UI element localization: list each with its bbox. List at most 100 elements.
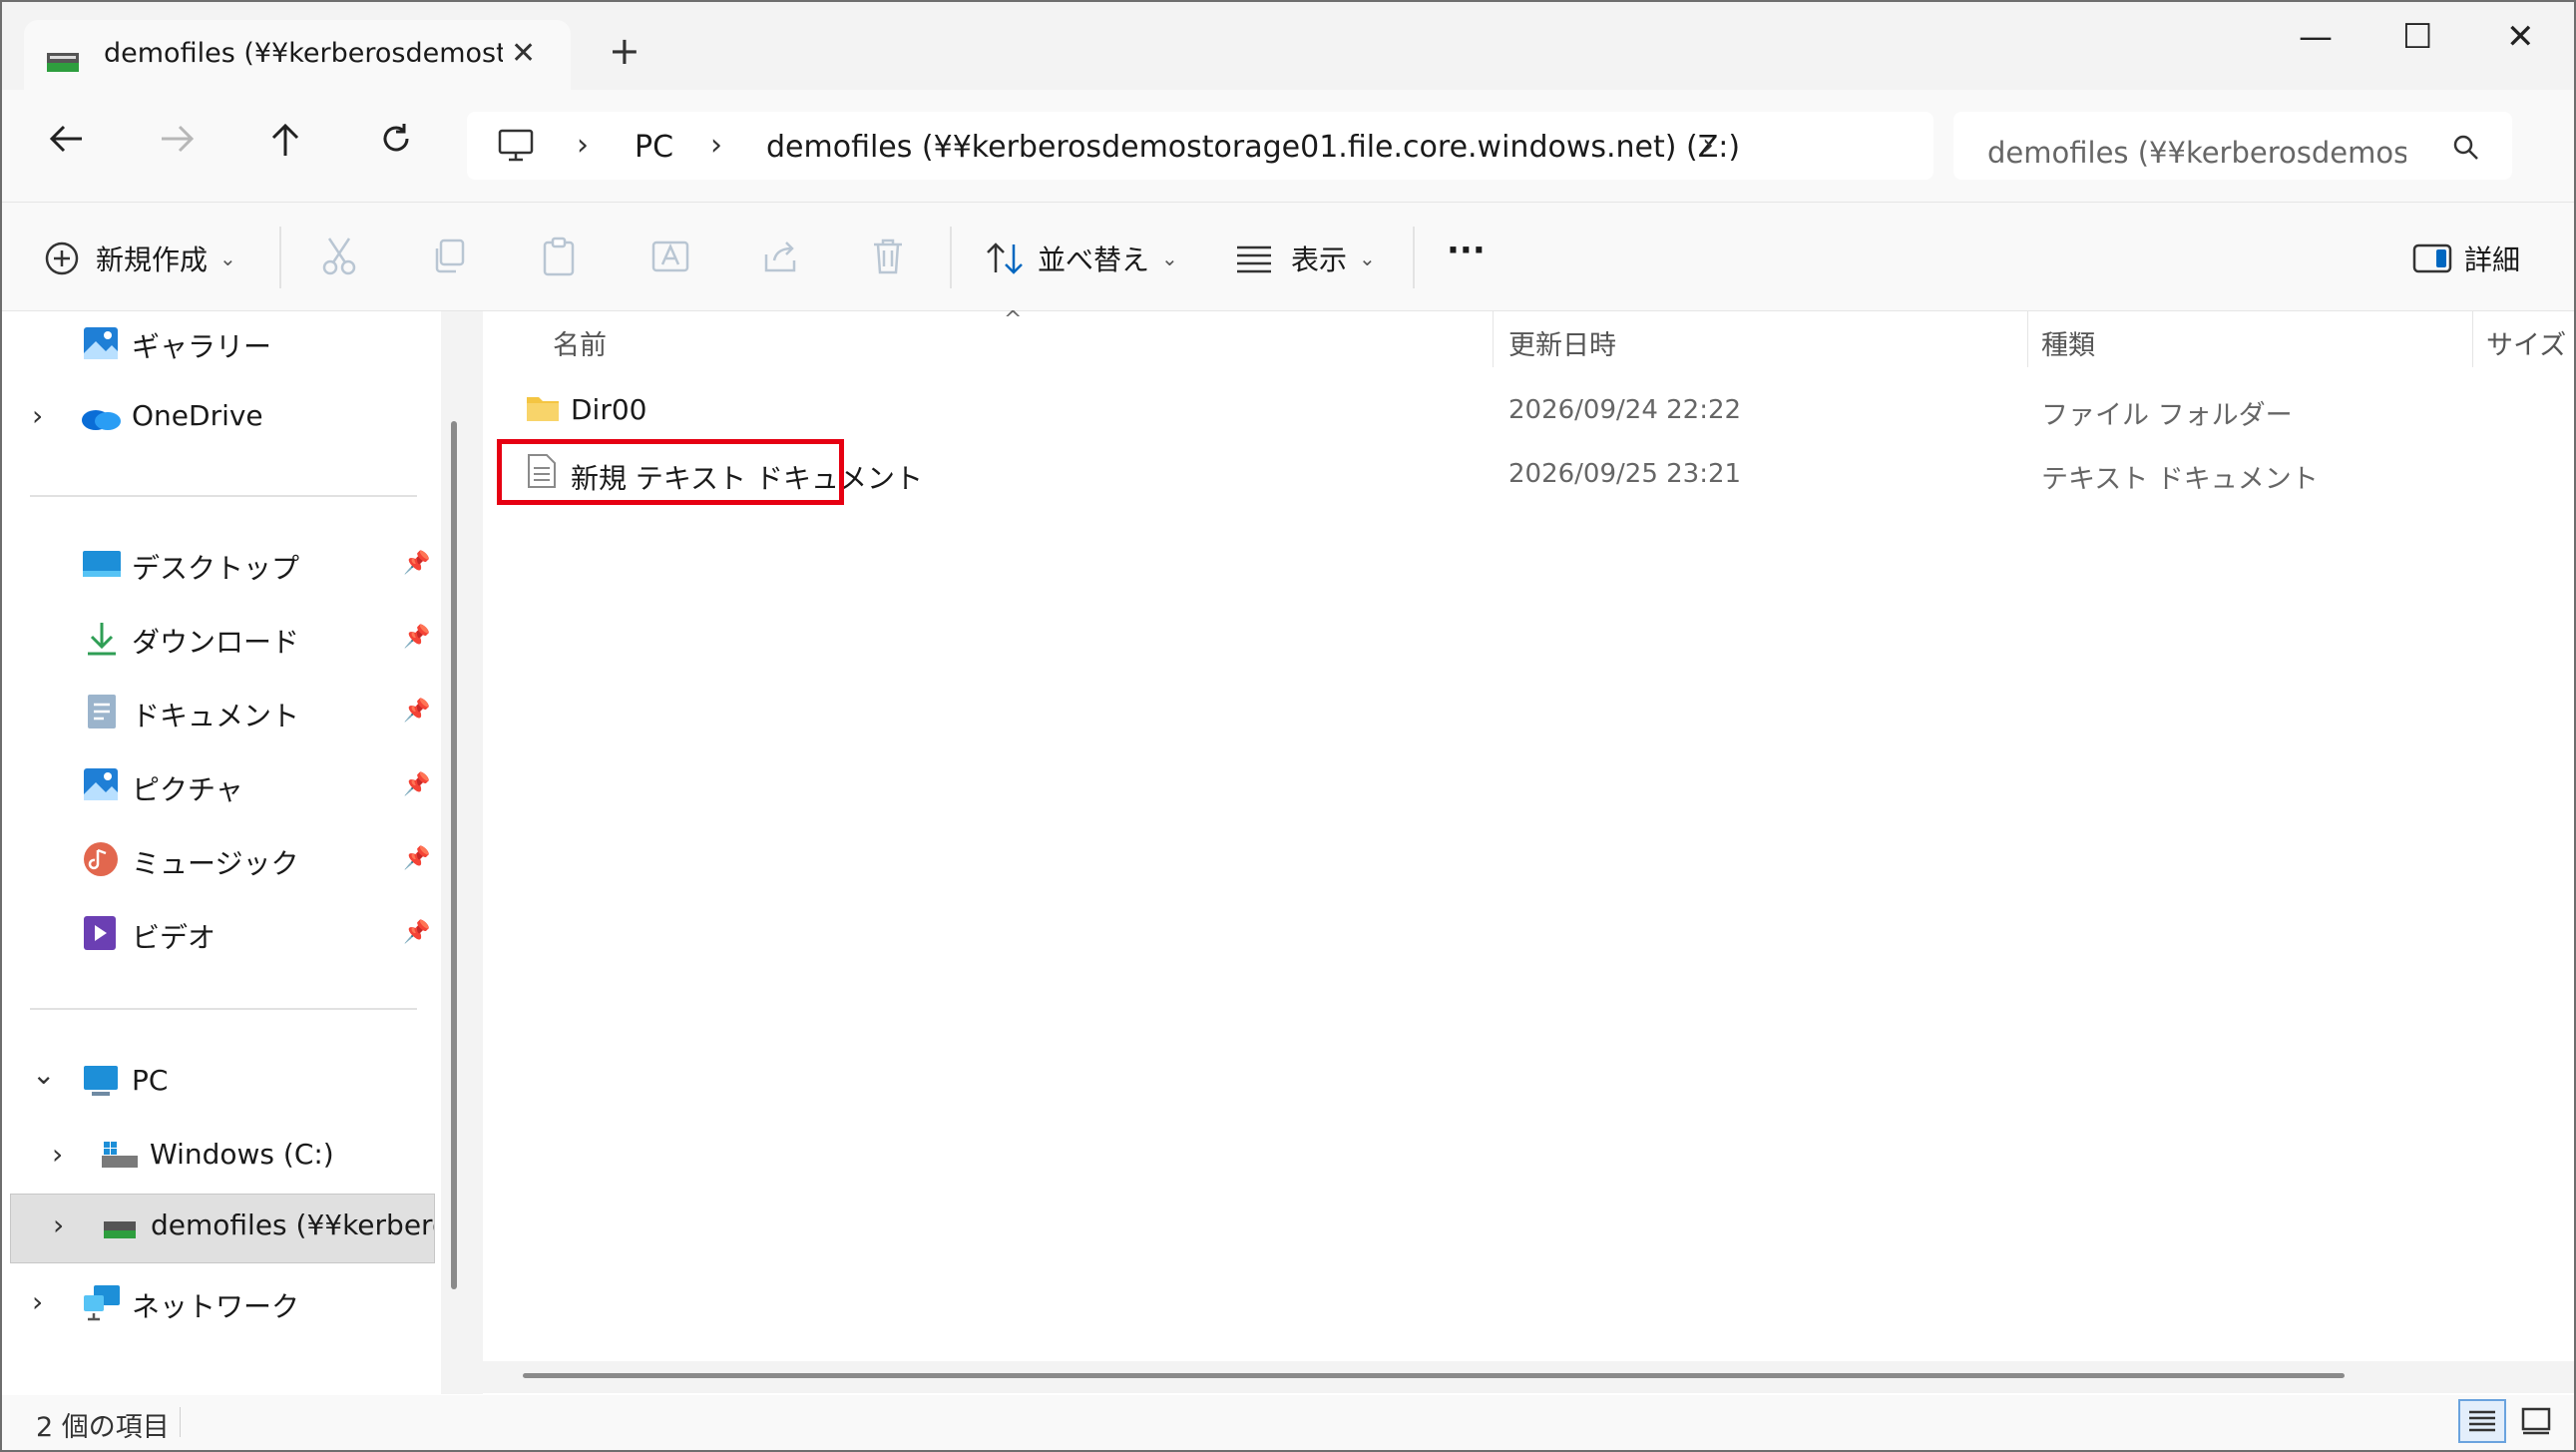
sort-button[interactable]: 並べ替え ⌄ (986, 239, 1178, 278)
pin-icon[interactable]: 📌 (403, 772, 430, 797)
sidebar-item-pictures[interactable]: ピクチャ 📌 (2, 754, 437, 820)
new-button[interactable]: 新規作成 ⌄ (44, 239, 236, 278)
sidebar-item-gallery[interactable]: ギャラリー (2, 311, 437, 377)
sidebar-item-desktop[interactable]: デスクトップ 📌 (2, 533, 437, 599)
pin-icon[interactable]: 📌 (403, 625, 430, 650)
sidebar-item-videos[interactable]: ビデオ 📌 (2, 902, 437, 968)
sidebar-label: ダウンロード (132, 626, 300, 659)
column-header-type[interactable]: 種類 (2041, 323, 2095, 362)
horizontal-scrollbar-thumb[interactable] (523, 1373, 2345, 1378)
column-divider[interactable] (2027, 311, 2028, 367)
column-divider[interactable] (1493, 311, 1494, 367)
details-pane-button[interactable]: 詳細 (2412, 239, 2520, 278)
table-row[interactable]: Dir00 2026/09/24 22:22 ファイル フォルダー (483, 377, 2574, 439)
column-header-name[interactable]: 名前 (553, 323, 607, 362)
maximize-button[interactable]: ☐ (2402, 20, 2432, 54)
cut-icon[interactable] (321, 237, 357, 276)
up-button[interactable] (269, 122, 301, 165)
sidebar-label: PC (132, 1064, 169, 1097)
toolbar-divider (1413, 227, 1415, 288)
sidebar-label: デスクトップ (132, 552, 300, 585)
view-lines-icon (1237, 245, 1271, 273)
item-count: 2 個の項目 (36, 1412, 170, 1443)
pc-icon (84, 1066, 118, 1096)
chevron-right-icon[interactable]: › (32, 1285, 43, 1318)
sidebar-label: ギャラリー (132, 330, 272, 363)
sidebar-scrollbar-track[interactable] (441, 311, 483, 1394)
view-button[interactable]: 表示 ⌄ (1235, 239, 1376, 278)
minimize-button[interactable]: — (2299, 20, 2333, 54)
tab-close-icon[interactable]: ✕ (511, 36, 536, 71)
pin-icon[interactable]: 📌 (403, 920, 430, 945)
share-icon[interactable] (760, 237, 800, 276)
column-divider[interactable] (2472, 311, 2473, 367)
pin-icon[interactable]: 📌 (403, 846, 430, 871)
tab-demofiles[interactable]: demofiles (¥¥kerberosdemostorage01.file.… (24, 20, 571, 90)
search-icon (2453, 135, 2478, 160)
pictures-icon (84, 768, 118, 800)
view-label: 表示 (1291, 243, 1348, 276)
toolbar-divider (279, 227, 281, 288)
sidebar-item-pc[interactable]: ⌄ PC (2, 1050, 437, 1116)
file-type: テキスト ドキュメント (2041, 464, 2319, 495)
computer-icon (498, 129, 534, 162)
sidebar-item-documents[interactable]: ドキュメント 📌 (2, 681, 437, 746)
copy-icon[interactable] (431, 237, 467, 276)
breadcrumb-chevron-icon[interactable]: › (1702, 128, 1714, 163)
sidebar-scrollbar-thumb[interactable] (451, 421, 457, 1289)
chevron-right-icon[interactable]: › (52, 1138, 63, 1171)
file-list: ^ 名前 更新日時 種類 サイズ Dir00 2026/09/24 22:22 … (483, 307, 2574, 1394)
onedrive-cloud-icon (82, 410, 121, 430)
address-bar[interactable]: › PC › demofiles (¥¥kerberosdemostorage0… (467, 112, 1933, 180)
address-row: › PC › demofiles (¥¥kerberosdemostorage0… (2, 90, 2574, 203)
refresh-button[interactable] (379, 122, 413, 163)
sidebar-label: ピクチャ (132, 773, 243, 806)
status-divider (180, 1407, 181, 1437)
delete-icon[interactable] (870, 237, 906, 276)
documents-icon (88, 695, 116, 728)
chevron-down-icon: ⌄ (1161, 246, 1178, 270)
sidebar-label: ビデオ (132, 921, 216, 954)
column-header-modified[interactable]: 更新日時 (1508, 323, 1616, 362)
details-view-icon (2469, 1410, 2495, 1432)
forward-button[interactable] (160, 122, 196, 162)
search-box[interactable]: demofiles (¥¥kerberosdemostorage01.file.… (1953, 112, 2512, 180)
network-drive-icon (47, 53, 79, 72)
network-drive-icon (104, 1221, 136, 1238)
rename-icon[interactable] (650, 237, 690, 276)
chevron-right-icon[interactable]: › (53, 1209, 64, 1241)
chevron-down-icon[interactable]: ⌄ (32, 1058, 55, 1091)
breadcrumb-separator-icon: › (577, 128, 589, 163)
more-options-button[interactable]: ··· (1447, 231, 1486, 270)
paste-icon[interactable] (541, 237, 577, 276)
search-input[interactable]: demofiles (¥¥kerberosdemostorage01.file.… (1987, 130, 2406, 172)
sidebar-item-downloads[interactable]: ダウンロード 📌 (2, 607, 437, 673)
annotation-highlight-box (497, 439, 844, 505)
sidebar-item-onedrive[interactable]: › OneDrive (2, 385, 437, 451)
sort-label: 並べ替え (1038, 243, 1150, 276)
horizontal-scrollbar-track[interactable] (483, 1361, 2574, 1393)
back-button[interactable] (48, 122, 84, 162)
sidebar-item-network[interactable]: › ネットワーク (2, 1271, 437, 1337)
sidebar-item-windows-c[interactable]: › Windows (C:) (2, 1124, 437, 1190)
sidebar-label: ミュージック (132, 847, 299, 880)
details-label: 詳細 (2464, 243, 2521, 276)
large-icons-view-button[interactable] (2512, 1399, 2560, 1443)
breadcrumb-demofiles[interactable]: demofiles (¥¥kerberosdemostorage01.file.… (766, 130, 1740, 165)
pin-icon[interactable]: 📌 (403, 551, 430, 576)
sidebar-item-demofiles[interactable]: › demofiles (¥¥kerberosdemostorage01.fil… (10, 1194, 435, 1263)
command-bar: 新規作成 ⌄ 並べ替え ⌄ 表示 ⌄ ··· 詳細 (2, 203, 2574, 311)
sidebar-item-music[interactable]: ミュージック 📌 (2, 828, 437, 894)
network-icon (84, 1285, 120, 1321)
pin-icon[interactable]: 📌 (403, 699, 430, 724)
chevron-right-icon[interactable]: › (32, 399, 43, 432)
sort-ascending-icon: ^ (1004, 307, 1023, 332)
close-window-button[interactable]: ✕ (2506, 20, 2535, 54)
column-header-size[interactable]: サイズ (2486, 323, 2566, 362)
navigation-pane: ギャラリー › OneDrive デスクトップ 📌 ダウンロード 📌 ドキュメン… (2, 311, 441, 1394)
breadcrumb-pc[interactable]: PC (635, 130, 673, 165)
details-view-button[interactable] (2458, 1399, 2506, 1443)
new-tab-button[interactable]: + (609, 32, 641, 70)
gallery-icon (84, 327, 118, 359)
breadcrumb-separator-icon: › (710, 128, 722, 163)
